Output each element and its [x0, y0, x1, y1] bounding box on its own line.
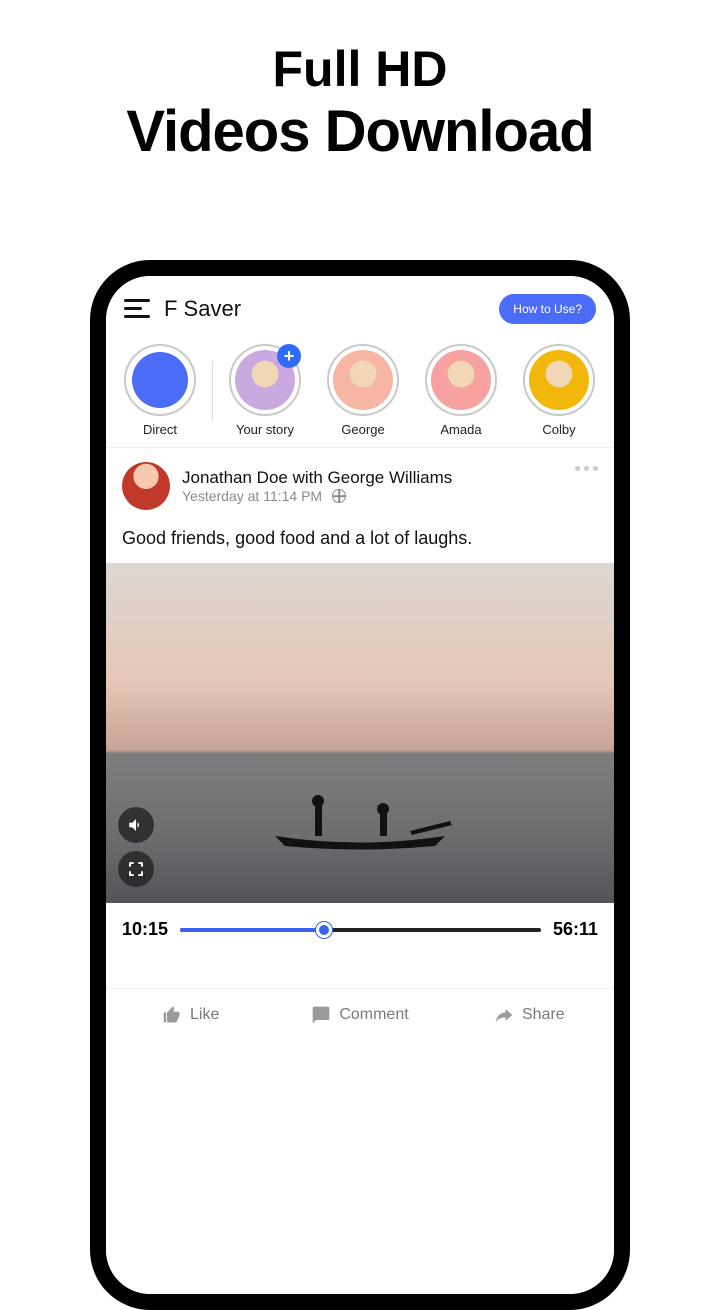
add-story-icon[interactable]: + [277, 344, 301, 368]
phone-frame: F Saver How to Use? Direct + Your story … [90, 260, 630, 1310]
post-time: Yesterday at 11:14 PM [182, 488, 452, 504]
story-user[interactable]: Colby [519, 344, 599, 437]
avatar [431, 350, 491, 410]
video-player[interactable] [106, 563, 614, 903]
app-screen: F Saver How to Use? Direct + Your story … [106, 276, 614, 1294]
story-direct[interactable]: Direct [120, 344, 200, 437]
post-author-avatar[interactable] [122, 462, 170, 510]
story-label: Amada [440, 422, 481, 437]
progress-thumb[interactable] [316, 922, 332, 938]
comment-icon [311, 1005, 331, 1025]
how-to-use-button[interactable]: How to Use? [499, 294, 596, 324]
thumb-up-icon [162, 1005, 182, 1025]
post-more-icon[interactable] [575, 466, 598, 471]
post-author[interactable]: Jonathan Doe with George Williams [182, 468, 452, 488]
video-progress: 10:15 56:11 [106, 903, 614, 948]
post-caption: Good friends, good food and a lot of lau… [106, 518, 614, 563]
like-button[interactable]: Like [106, 989, 275, 1041]
post-header: Jonathan Doe with George Williams Yester… [106, 448, 614, 518]
menu-icon[interactable] [124, 299, 150, 319]
app-header: F Saver How to Use? [106, 276, 614, 336]
story-user[interactable]: George [323, 344, 403, 437]
comment-button[interactable]: Comment [275, 989, 444, 1041]
app-title: F Saver [164, 296, 241, 322]
story-your-story[interactable]: + Your story [225, 344, 305, 437]
avatar [529, 350, 589, 410]
share-button[interactable]: Share [445, 989, 614, 1041]
boat-silhouette [260, 791, 460, 851]
time-current: 10:15 [122, 919, 168, 940]
direct-icon [132, 352, 188, 408]
share-icon [494, 1005, 514, 1025]
globe-icon [332, 489, 346, 503]
promo-line1: Full HD [0, 40, 720, 98]
story-divider [212, 361, 213, 421]
progress-track[interactable] [180, 928, 541, 932]
story-user[interactable]: Amada [421, 344, 501, 437]
promo-line2: Videos Download [0, 98, 720, 165]
story-label: Direct [143, 422, 177, 437]
time-total: 56:11 [553, 919, 598, 940]
sound-icon[interactable] [118, 807, 154, 843]
fullscreen-icon[interactable] [118, 851, 154, 887]
action-bar: Like Comment Share [106, 988, 614, 1041]
story-label: George [341, 422, 384, 437]
story-label: Your story [236, 422, 294, 437]
stories-row: Direct + Your story George Amada Colby [106, 336, 614, 448]
avatar [333, 350, 393, 410]
promo-title: Full HD Videos Download [0, 0, 720, 165]
story-label: Colby [542, 422, 575, 437]
